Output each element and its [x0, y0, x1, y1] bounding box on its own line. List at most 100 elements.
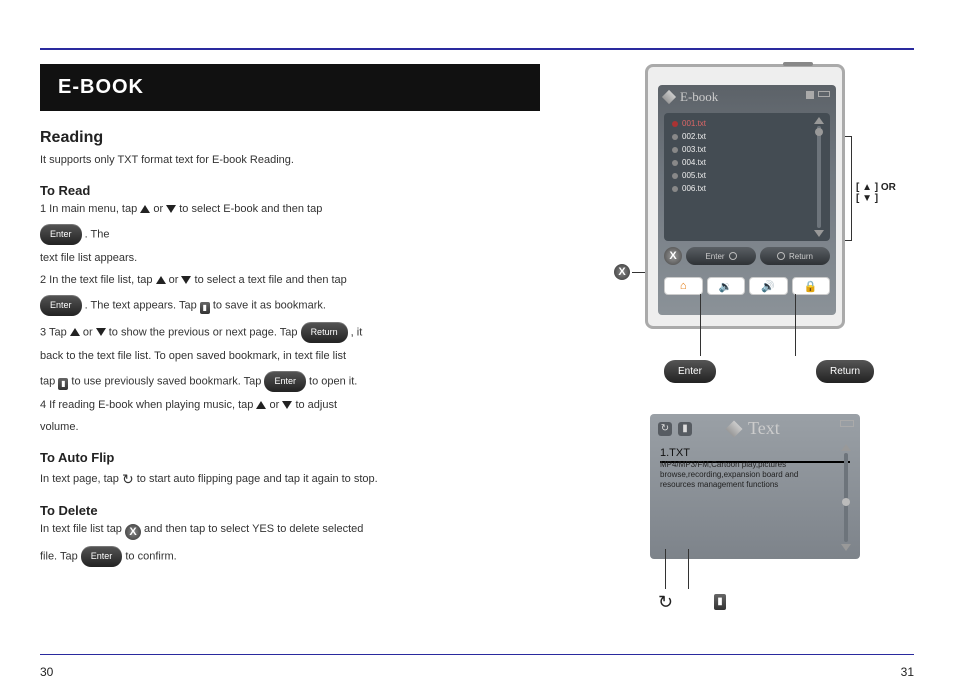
- section-banner: E-BOOK: [40, 64, 540, 111]
- enter-button[interactable]: Enter: [264, 371, 306, 392]
- enter-button[interactable]: Enter: [81, 546, 123, 567]
- step4-text-a: 4 If reading E-book when playing music, …: [40, 399, 256, 411]
- delete-x-icon[interactable]: X: [125, 524, 141, 540]
- step2-text-d: to save it as bookmark.: [213, 299, 326, 311]
- scrollbar[interactable]: [838, 444, 854, 551]
- triangle-up-icon: [70, 328, 80, 336]
- reload-icon[interactable]: ↻: [122, 471, 134, 487]
- file-dot-icon: [672, 147, 678, 153]
- triangle-down-icon: [282, 401, 292, 409]
- step-2b: Enter . The text appears. Tap ▮ to save …: [40, 295, 560, 316]
- file-dot-icon: [672, 173, 678, 179]
- triangle-down-icon: [96, 328, 106, 336]
- toolbar-lock-button[interactable]: 🔒: [792, 277, 831, 295]
- scroll-up-icon[interactable]: [841, 444, 851, 451]
- scroll-thumb[interactable]: [815, 128, 823, 136]
- callout-line: [665, 549, 666, 589]
- battery-icon: [840, 420, 854, 427]
- step3-text-c: , it: [351, 326, 363, 338]
- step1-text-b: to select E-book and then tap: [179, 203, 322, 215]
- to-read-heading: To Read: [40, 183, 560, 198]
- step3-or: or: [83, 326, 96, 338]
- bookmark-icon[interactable]: ▮: [678, 422, 692, 436]
- scroll-up-icon[interactable]: [814, 117, 824, 124]
- step-3c: tap ▮ to use previously saved bookmark. …: [40, 371, 560, 392]
- del-text-a: In text file list tap: [40, 523, 125, 535]
- file-name: 006.txt: [682, 184, 706, 193]
- diamond-icon: [726, 420, 743, 437]
- step4-text-b: to adjust: [295, 399, 337, 411]
- footer-enter-label: Enter: [705, 252, 724, 261]
- file-name: 001.txt: [682, 119, 706, 128]
- textview-body: MP4/MP3/FM,Cartoon play,pictures browse,…: [660, 460, 820, 490]
- delete-body-2: file. Tap Enter to confirm.: [40, 546, 560, 567]
- bookmark-icon[interactable]: ▮: [714, 594, 726, 610]
- to-auto-flip-heading: To Auto Flip: [40, 450, 560, 465]
- orange-toolbar: ⌂ 🔉 🔊 🔒: [658, 273, 836, 299]
- footer-return-button[interactable]: Return: [760, 247, 830, 265]
- ring-icon: [729, 252, 737, 260]
- del-text-b: and then tap to select YES to delete sel…: [144, 523, 363, 535]
- footer-x-button[interactable]: X: [664, 247, 682, 265]
- delete-body-1: In text file list tap X and then tap to …: [40, 522, 560, 540]
- file-name: 002.txt: [682, 132, 706, 141]
- list-item[interactable]: 003.txt: [668, 143, 812, 156]
- file-dot-icon: [672, 160, 678, 166]
- reload-icon[interactable]: ↻: [658, 592, 673, 613]
- page-number-left: 30: [40, 665, 53, 679]
- scroll-down-icon[interactable]: [841, 544, 851, 551]
- toolbar-vol-down-button[interactable]: 🔉: [707, 277, 746, 295]
- delete-x-icon[interactable]: X: [614, 264, 630, 280]
- return-button[interactable]: Return: [301, 322, 348, 343]
- callout-line: [688, 549, 689, 589]
- bookmark-icon[interactable]: ▮: [200, 302, 210, 314]
- right-column: [ ▲ ] OR [ ▼ ] X E-book 001.txt 002: [620, 64, 900, 329]
- step4-or: or: [270, 399, 283, 411]
- step3-text-b: to show the previous or next page. Tap: [109, 326, 301, 338]
- step3-text-a: 3 Tap: [40, 326, 70, 338]
- bookmark-icon[interactable]: ▮: [58, 378, 68, 390]
- toolbar-home-button[interactable]: ⌂: [664, 277, 703, 295]
- scroll-down-icon[interactable]: [814, 230, 824, 237]
- step-4b: volume.: [40, 420, 560, 436]
- triangle-up-icon: [140, 205, 150, 213]
- list-item[interactable]: 006.txt: [668, 182, 812, 195]
- toolbar-vol-up-button[interactable]: 🔊: [749, 277, 788, 295]
- footer-enter-button[interactable]: Enter: [686, 247, 756, 265]
- step3-text-e: to use previously saved bookmark. Tap: [71, 375, 264, 387]
- battery-icon: [818, 91, 830, 97]
- scroll-track[interactable]: [844, 453, 848, 542]
- scroll-track[interactable]: [817, 126, 821, 228]
- triangle-up-icon: [156, 276, 166, 284]
- scrollbar[interactable]: [812, 117, 826, 237]
- step-2: 2 In the text file list, tap or to selec…: [40, 273, 560, 289]
- bracket-line: [844, 136, 852, 241]
- list-item[interactable]: 002.txt: [668, 130, 812, 143]
- file-dot-icon: [672, 121, 678, 127]
- step-4: 4 If reading E-book when playing music, …: [40, 398, 560, 414]
- file-dot-icon: [672, 186, 678, 192]
- step2-text-a: 2 In the text file list, tap: [40, 274, 156, 286]
- step1-text-a: 1 In main menu, tap: [40, 203, 140, 215]
- scroll-thumb[interactable]: [842, 498, 850, 506]
- enter-button[interactable]: Enter: [40, 224, 82, 245]
- device-mockup: E-book 001.txt 002.txt 003.txt 004.txt 0…: [645, 64, 845, 329]
- file-name: 004.txt: [682, 158, 706, 167]
- step3-text-d: tap: [40, 375, 58, 387]
- reload-icon[interactable]: ↻: [658, 422, 672, 436]
- enter-button[interactable]: Enter: [40, 295, 82, 316]
- del-text-d: to confirm.: [125, 550, 176, 562]
- list-item[interactable]: 004.txt: [668, 156, 812, 169]
- enter-button[interactable]: Enter: [664, 360, 716, 383]
- signal-icon: [806, 91, 814, 99]
- step3-text-f: to open it.: [309, 375, 357, 387]
- step2-text-c: . The text appears. Tap: [85, 299, 200, 311]
- file-dot-icon: [672, 134, 678, 140]
- device-screen: E-book 001.txt 002.txt 003.txt 004.txt 0…: [658, 85, 836, 315]
- list-item[interactable]: 001.txt: [668, 117, 812, 130]
- file-name: 005.txt: [682, 171, 706, 180]
- file-name: 003.txt: [682, 145, 706, 154]
- auto-text-a: In text page, tap: [40, 473, 122, 485]
- return-button[interactable]: Return: [816, 360, 874, 383]
- list-item[interactable]: 005.txt: [668, 169, 812, 182]
